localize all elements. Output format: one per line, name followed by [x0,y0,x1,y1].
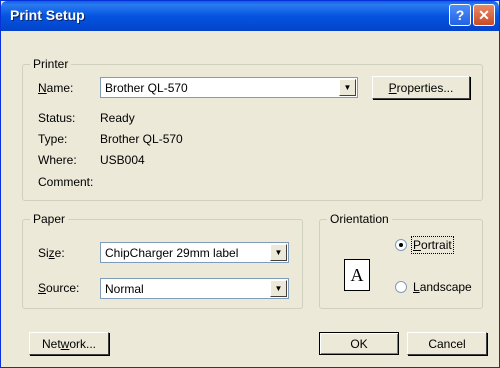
portrait-radio[interactable] [395,239,407,251]
comment-label: Comment: [38,175,94,189]
close-button[interactable]: ✕ [473,4,495,26]
landscape-label[interactable]: Landscape [413,280,472,294]
where-value: USB004 [100,153,145,167]
paper-size-value: ChipCharger 29mm label [105,246,239,260]
orientation-legend: Orientation [327,212,392,226]
help-button[interactable]: ? [449,4,471,26]
paper-legend: Paper [30,212,69,226]
chevron-down-icon[interactable]: ▼ [270,280,287,297]
where-label: Where: [38,153,77,167]
title-bar[interactable]: Print Setup ? ✕ [1,1,499,31]
printer-legend: Printer [30,57,72,71]
paper-source-value: Normal [105,282,144,296]
type-label: Type: [38,132,68,146]
paper-source-select[interactable]: Normal ▼ [100,278,289,299]
size-label: Size: [38,246,65,260]
printer-name-select[interactable]: Brother QL-570 ▼ [100,77,358,98]
source-label: Source: [38,281,80,295]
portrait-label[interactable]: Portrait [411,236,454,254]
printer-name-value: Brother QL-570 [105,81,188,95]
question-icon: ? [455,7,465,23]
landscape-radio[interactable] [395,281,407,293]
close-icon: ✕ [478,6,490,23]
chevron-down-icon[interactable]: ▼ [270,244,287,261]
ok-button[interactable]: OK [319,332,399,355]
network-button[interactable]: Net w ork... [29,332,109,355]
properties-button[interactable]: Properties... [372,76,470,99]
name-label: Name: [38,81,74,95]
chevron-down-icon[interactable]: ▼ [339,79,356,96]
window-title: Print Setup [10,7,85,23]
cancel-button[interactable]: Cancel [407,332,487,355]
paper-size-select[interactable]: ChipCharger 29mm label ▼ [100,242,289,263]
print-setup-dialog: Print Setup ? ✕ Printer Name: Brother QL… [0,0,500,368]
portrait-page-icon: A [344,259,370,291]
status-value: Ready [100,111,135,125]
status-label: Status: [38,111,76,125]
type-value: Brother QL-570 [100,132,183,146]
